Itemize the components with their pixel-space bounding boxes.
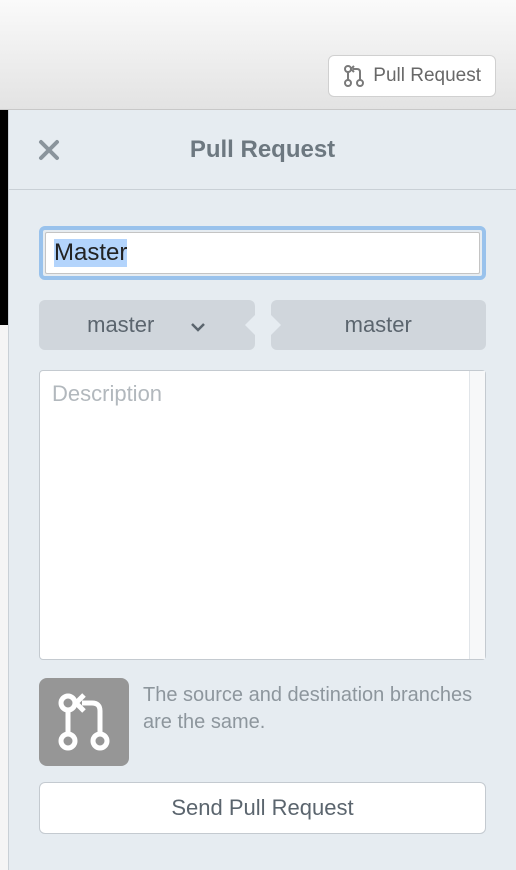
close-button[interactable]: [37, 138, 61, 162]
source-branch-label: master: [87, 312, 154, 338]
toolbar: Pull Request: [0, 0, 516, 110]
pull-request-toolbar-label: Pull Request: [373, 65, 481, 87]
pull-request-icon: [39, 678, 129, 766]
warning-row: The source and destination branches are …: [39, 678, 486, 766]
branch-arrow-divider: [255, 300, 271, 350]
panel-title: Pull Request: [29, 136, 496, 164]
left-divider-strip: [0, 110, 8, 325]
description-wrap: [39, 370, 486, 660]
pull-request-toolbar-button[interactable]: Pull Request: [328, 55, 496, 97]
send-pull-request-button[interactable]: Send Pull Request: [39, 782, 486, 834]
send-pull-request-label: Send Pull Request: [171, 795, 353, 820]
source-branch-dropdown[interactable]: master: [39, 300, 255, 350]
pr-title-input[interactable]: [45, 232, 480, 274]
warning-text: The source and destination branches are …: [143, 678, 486, 736]
chevron-down-icon: [190, 312, 206, 338]
scrollbar-track[interactable]: [469, 371, 485, 659]
target-branch-label: master: [345, 312, 412, 338]
description-textarea[interactable]: [40, 371, 469, 659]
pull-request-panel: Pull Request master master: [8, 110, 516, 870]
target-branch-dropdown[interactable]: master: [271, 300, 487, 350]
title-input-wrap: [39, 226, 486, 280]
panel-body: master master: [9, 190, 516, 854]
panel-header: Pull Request: [9, 110, 516, 190]
branch-selector-row: master master: [39, 300, 486, 350]
pull-request-icon: [343, 64, 365, 88]
